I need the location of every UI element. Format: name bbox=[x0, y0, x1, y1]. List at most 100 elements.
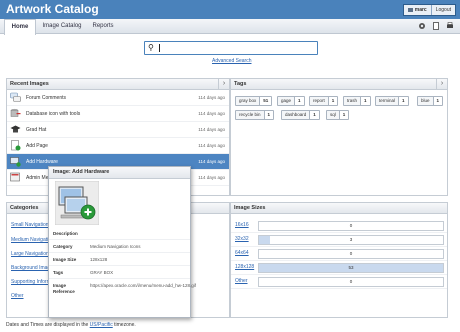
size-row: 16x16 0 bbox=[231, 218, 447, 233]
admin-menu-icon bbox=[10, 172, 20, 182]
size-row: 128x128 53 bbox=[231, 260, 447, 275]
tab-reports[interactable]: Reports bbox=[88, 19, 118, 33]
size-link[interactable]: 16x16 bbox=[235, 222, 249, 228]
user-name: marc bbox=[414, 7, 427, 13]
tab-image-catalog[interactable]: Image Catalog bbox=[38, 19, 86, 33]
database-tools-icon bbox=[10, 108, 21, 117]
item-name: Database icon with tools bbox=[26, 111, 81, 117]
tag-chip[interactable]: report 1 bbox=[309, 96, 339, 106]
size-link[interactable]: Other bbox=[235, 278, 248, 284]
item-date: 114 days ago bbox=[198, 111, 225, 116]
tag-label: dashboard bbox=[285, 112, 307, 117]
category-link[interactable]: Large Navigation bbox=[11, 251, 49, 257]
size-bar: 3 bbox=[258, 235, 444, 245]
size-bar: 53 bbox=[258, 263, 444, 273]
footer-suffix: timezone. bbox=[114, 322, 136, 328]
list-item[interactable]: Add Page 114 days ago bbox=[7, 138, 229, 154]
panel-title: Categories bbox=[10, 205, 39, 211]
detail-key: Image Reference bbox=[53, 283, 75, 294]
category-link[interactable]: Other bbox=[11, 293, 24, 299]
user-name-button[interactable]: marc bbox=[404, 5, 431, 15]
detail-row: Tags GRAY BOX bbox=[49, 266, 190, 279]
app-header: Artwork Catalog marc Logout bbox=[0, 0, 460, 19]
tag-chip[interactable]: blue 1 bbox=[417, 96, 444, 106]
add-hardware-icon bbox=[10, 157, 21, 167]
search-icon: ⚲ bbox=[148, 43, 154, 52]
detail-row: Category Medium Navigation Icons bbox=[49, 240, 190, 253]
size-bar: 0 bbox=[258, 221, 444, 231]
tag-chip[interactable]: trash 1 bbox=[343, 96, 371, 106]
image-sizes-panel: Image Sizes 16x16 0 32x32 3 64x64 0 128x… bbox=[230, 202, 448, 318]
print-icon[interactable] bbox=[446, 22, 454, 30]
list-item[interactable]: Database icon with tools 114 days ago bbox=[7, 106, 229, 122]
advanced-search-link[interactable]: Advanced Search bbox=[212, 58, 251, 64]
detail-value: Medium Navigation Icons bbox=[90, 244, 141, 249]
chevron-right-icon[interactable]: › bbox=[436, 79, 447, 89]
category-link[interactable]: Background Image bbox=[11, 265, 53, 271]
tab-home[interactable]: Home bbox=[4, 19, 36, 35]
size-link[interactable]: 32x32 bbox=[235, 236, 249, 242]
tag-count: 51 bbox=[259, 97, 272, 105]
tag-count: 1 bbox=[294, 97, 304, 105]
tag-chip[interactable]: dashboard 1 bbox=[281, 110, 320, 120]
logout-link[interactable]: Logout bbox=[432, 5, 455, 15]
tag-count: 1 bbox=[327, 97, 338, 105]
tag-label: report bbox=[313, 98, 325, 103]
category-link[interactable]: Supporting Inform bbox=[11, 279, 51, 285]
item-name: Add Hardware bbox=[26, 159, 58, 165]
detail-key: Description bbox=[53, 231, 78, 236]
size-link[interactable]: 64x64 bbox=[235, 250, 249, 256]
tab-bar: Home Image Catalog Reports bbox=[0, 19, 460, 35]
item-name: Admin Me bbox=[26, 175, 49, 181]
tag-chip[interactable]: gage 1 bbox=[277, 96, 305, 106]
item-name: Forum Comments bbox=[26, 95, 67, 101]
footer-prefix: Dates and Times are displayed in the bbox=[6, 322, 89, 328]
size-row: 32x32 3 bbox=[231, 232, 447, 247]
tag-chip[interactable]: terminal 1 bbox=[375, 96, 409, 106]
hardware-preview-image bbox=[55, 181, 99, 225]
size-row: Other 0 bbox=[231, 274, 447, 289]
tag-chip[interactable]: recycle bin 1 bbox=[235, 110, 275, 120]
list-item[interactable]: Grad Hat 114 days ago bbox=[7, 122, 229, 138]
detail-key: Image Size bbox=[53, 257, 77, 262]
tag-count: 1 bbox=[360, 97, 370, 105]
popup-title: Image: Add Hardware bbox=[49, 167, 190, 179]
detail-row: Image Size 128x128 bbox=[49, 253, 190, 266]
category-link[interactable]: Small Navigation bbox=[11, 222, 49, 228]
chevron-right-icon[interactable]: › bbox=[218, 79, 229, 89]
settings-icon[interactable] bbox=[418, 22, 426, 30]
size-bar: 0 bbox=[258, 277, 444, 287]
add-page-icon bbox=[11, 140, 21, 151]
tag-chip[interactable]: sql 1 bbox=[326, 110, 350, 120]
document-icon[interactable] bbox=[432, 22, 440, 30]
user-icon bbox=[407, 8, 413, 12]
size-count: 0 bbox=[349, 251, 353, 256]
tag-label: gage bbox=[281, 98, 292, 103]
panel-header: Tags › bbox=[231, 79, 447, 90]
item-date: 114 days ago bbox=[198, 95, 225, 100]
panel-header: Image Sizes bbox=[231, 203, 447, 214]
search-box[interactable]: ⚲ bbox=[144, 41, 318, 55]
user-menu: marc Logout bbox=[402, 4, 456, 16]
tag-label: terminal bbox=[379, 98, 396, 103]
item-date: 114 days ago bbox=[198, 175, 225, 180]
list-item[interactable]: Forum Comments 114 days ago bbox=[7, 90, 229, 106]
size-count: 0 bbox=[349, 279, 353, 284]
tag-chip[interactable]: gray box 51 bbox=[235, 96, 273, 106]
detail-row: Description bbox=[49, 227, 190, 240]
tag-count: 1 bbox=[432, 97, 443, 105]
grad-hat-icon bbox=[10, 125, 21, 133]
detail-value: https://apex.oracle.com/i/menu/menu-add_… bbox=[90, 283, 197, 288]
item-name: Add Page bbox=[26, 143, 48, 149]
tag-label: blue bbox=[421, 98, 430, 103]
tag-label: sql bbox=[330, 112, 336, 117]
panel-title: Tags bbox=[234, 81, 247, 87]
item-date: 114 days ago bbox=[198, 127, 225, 132]
tag-label: gray box bbox=[239, 98, 257, 103]
timezone-link[interactable]: US/Pacific bbox=[90, 322, 113, 328]
detail-value: 128x128 bbox=[90, 257, 108, 262]
detail-key: Category bbox=[53, 244, 73, 249]
size-link[interactable]: 128x128 bbox=[235, 264, 254, 270]
item-date: 114 days ago bbox=[198, 143, 225, 148]
tag-count: 1 bbox=[263, 111, 274, 119]
